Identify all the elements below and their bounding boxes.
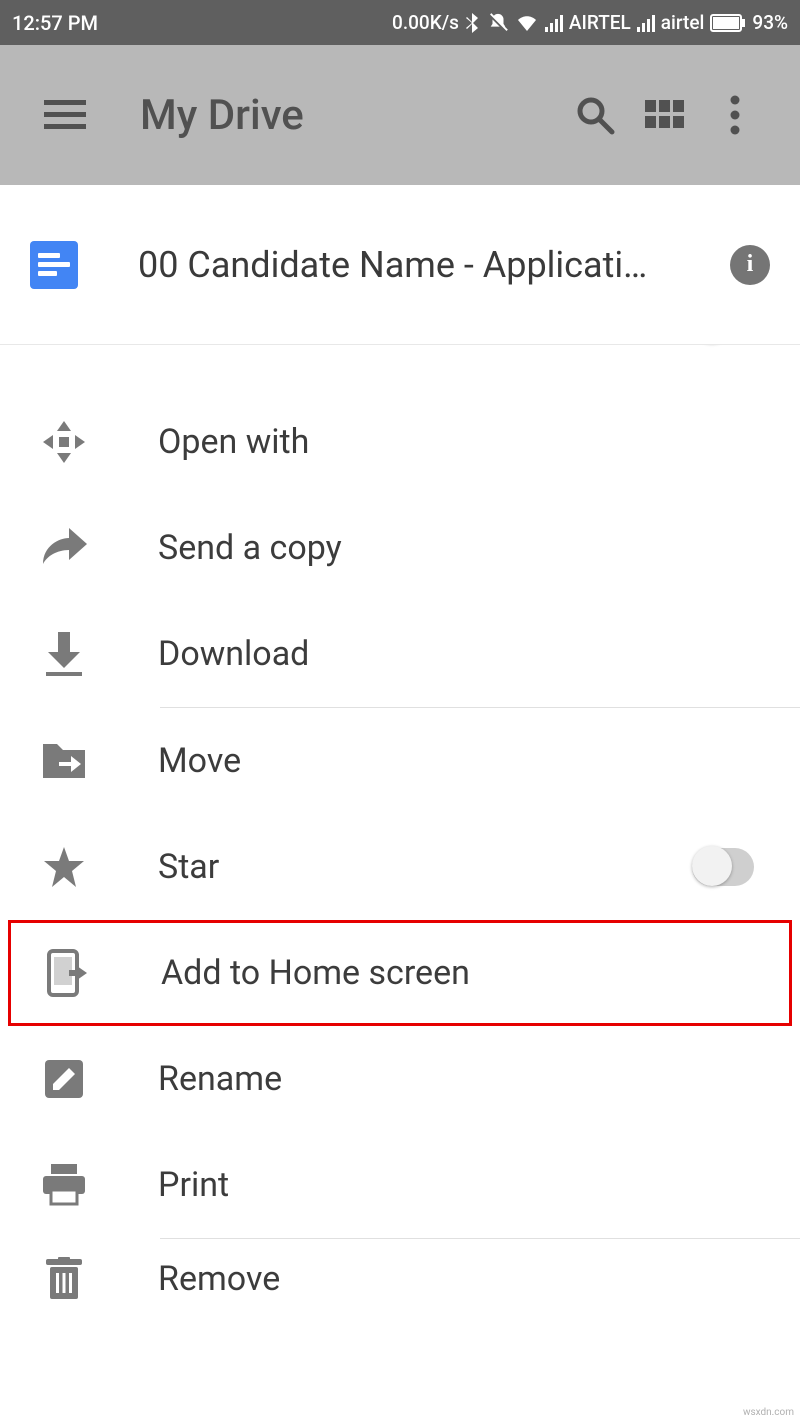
home-screen-icon [43,949,91,997]
menu-item-add-home[interactable]: Add to Home screen [8,920,792,1026]
carrier-2: airtel [661,11,705,34]
menu-item-rename[interactable]: Rename [0,1026,800,1132]
sheet-header: 00 Candidate Name - Applicati… i [0,185,800,345]
share-arrow-icon [40,528,88,568]
menu-label: Star [158,847,692,887]
trash-icon [40,1257,88,1301]
menu-item-open-with[interactable]: Open with [0,389,800,495]
menu-label: Download [158,634,760,674]
menu-item-star[interactable]: Star [0,814,800,920]
docs-file-icon [30,241,78,289]
wifi-icon [515,13,539,33]
mute-icon [487,12,509,34]
move-folder-icon [40,742,88,780]
star-toggle[interactable] [692,848,754,886]
menu-label: Open with [158,422,760,462]
hamburger-menu-icon[interactable] [30,80,100,150]
menu-item-print[interactable]: Print [0,1132,800,1238]
star-icon [40,845,88,889]
menu-label: Move [158,741,760,781]
status-bar: 12:57 PM 0.00K/s AIRTEL airtel 93% [0,0,800,45]
grid-view-icon[interactable] [630,80,700,150]
print-icon [40,1164,88,1206]
menu-label: Available offline [158,345,692,349]
menu-label: Remove [158,1259,760,1299]
carrier-1: AIRTEL [569,11,631,34]
signal-2-icon [637,14,655,32]
menu-label: Send a copy [158,528,760,568]
info-icon[interactable]: i [730,245,770,285]
search-icon[interactable] [560,80,630,150]
download-icon [40,632,88,676]
battery-pct: 93% [752,11,788,34]
net-speed: 0.00K/s [392,11,459,34]
sheet-file-title: 00 Candidate Name - Applicati… [138,244,730,286]
menu-label: Print [158,1165,760,1205]
more-vert-icon[interactable] [700,80,770,150]
app-title: My Drive [140,91,304,140]
menu-label: Rename [158,1059,760,1099]
menu-item-available-offline[interactable]: Available offline [0,345,800,389]
file-action-sheet: 00 Candidate Name - Applicati… i Availab… [0,185,800,1319]
status-time: 12:57 PM [12,11,98,35]
status-right: 0.00K/s AIRTEL airtel 93% [392,11,788,34]
app-bar: My Drive [0,45,800,185]
menu-item-move[interactable]: Move [0,708,800,814]
menu-item-download[interactable]: Download [0,601,800,707]
menu-label: Add to Home screen [161,953,757,993]
menu-item-send-copy[interactable]: Send a copy [0,495,800,601]
bluetooth-icon [465,12,481,34]
watermark: wsxdn.com [743,1407,794,1418]
menu-item-remove[interactable]: Remove [0,1239,800,1319]
rename-icon [40,1058,88,1100]
open-with-icon [40,419,88,465]
signal-1-icon [545,14,563,32]
battery-icon [710,14,746,32]
